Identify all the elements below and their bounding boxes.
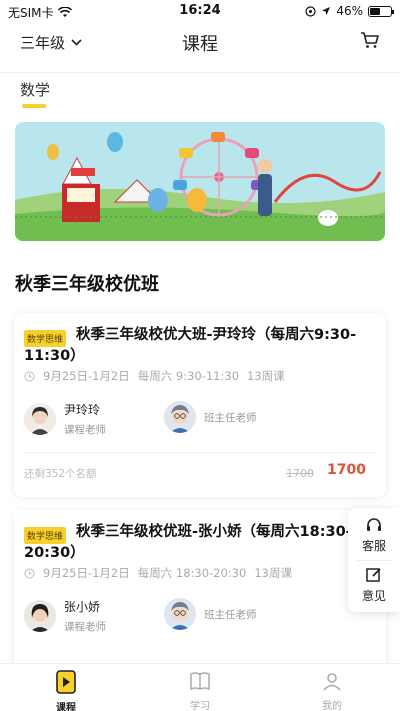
- promo-banner[interactable]: [15, 122, 385, 241]
- page-title: 课程: [182, 34, 218, 55]
- headteacher-avatar: [164, 598, 196, 630]
- course-lessons: 13周课: [247, 369, 285, 383]
- headteacher-info: 班主任老师: [164, 401, 257, 433]
- subject-tabs: 数学: [0, 72, 400, 112]
- course-schedule: 每周六 9:30-11:30: [137, 369, 240, 383]
- course-meta: 9月25日-1月2日 每周六 9:30-11:30 13周课: [24, 368, 285, 384]
- tab-indicator: [22, 104, 46, 108]
- cart-button[interactable]: [360, 30, 380, 54]
- course-schedule: 每周六 18:30-20:30: [137, 566, 247, 580]
- headteacher-role: 班主任老师: [204, 608, 257, 621]
- divider: [24, 452, 376, 453]
- headteacher-info: 班主任老师: [164, 598, 257, 630]
- user-icon: [323, 673, 341, 691]
- teacher-name: 尹玲玲: [64, 403, 101, 417]
- nav-bar: 三年级 课程: [0, 22, 400, 62]
- bottom-tab-bar: 课程 学习 我的: [0, 663, 400, 711]
- teacher-name: 张小娇: [64, 600, 101, 614]
- course-lessons: 13周课: [254, 566, 292, 580]
- teacher-role: 课程老师: [64, 621, 106, 633]
- teacher-avatar: [24, 403, 56, 435]
- amusement-park-illustration: [15, 122, 385, 241]
- course-play-icon: [56, 670, 76, 694]
- teacher-role: 课程老师: [64, 424, 106, 436]
- tabbar-label: 我的: [322, 701, 342, 711]
- edit-icon: [366, 568, 381, 582]
- tabbar-label: 学习: [190, 701, 210, 711]
- floating-actions: 客服 意见: [348, 508, 400, 612]
- course-title: 秋季三年级校优大班-尹玲玲（每周六9:30-11:30）: [24, 327, 357, 364]
- tabbar-item-study[interactable]: 学习: [170, 670, 230, 711]
- tabbar-label: 课程: [56, 703, 76, 711]
- course-dates: 9月25日-1月2日: [43, 566, 130, 580]
- current-price: 1700: [327, 462, 366, 478]
- location-lock-icon: [305, 5, 316, 17]
- remaining-seats: 还剩352个名额: [24, 468, 97, 480]
- feedback-button[interactable]: 意见: [348, 566, 400, 604]
- teacher-avatar: [24, 600, 56, 632]
- course-dates: 9月25日-1月2日: [43, 369, 130, 383]
- customer-service-label: 客服: [361, 539, 386, 553]
- divider: [356, 560, 392, 561]
- course-card[interactable]: 数学思维 秋季三年级校优大班-尹玲玲（每周六9:30-11:30） 9月25日-…: [14, 313, 386, 497]
- tab-math[interactable]: 数学: [20, 79, 50, 100]
- book-icon: [190, 672, 210, 691]
- section-title: 秋季三年级校优班: [15, 274, 159, 295]
- teacher-info: 张小娇 课程老师: [24, 598, 106, 634]
- headteacher-role: 班主任老师: [204, 411, 257, 424]
- headteacher-avatar: [164, 401, 196, 433]
- headset-icon: [367, 518, 381, 531]
- battery-percent: 46%: [336, 4, 363, 18]
- status-bar: 无SIM卡 16:24 46%: [0, 0, 400, 22]
- course-meta: 9月25日-1月2日 每周六 18:30-20:30 13周课: [24, 565, 292, 581]
- course-title: 秋季三年级校优班-张小娇（每周六18:30-20:30）: [24, 524, 352, 561]
- clock-icon: [24, 568, 35, 578]
- battery-icon: [368, 5, 394, 17]
- teacher-info: 尹玲玲 课程老师: [24, 401, 106, 437]
- feedback-label: 意见: [361, 589, 386, 603]
- clock-icon: [24, 371, 35, 381]
- location-arrow-icon: [322, 7, 331, 15]
- tabbar-item-course[interactable]: 课程: [36, 670, 96, 711]
- tabbar-item-mine[interactable]: 我的: [302, 670, 362, 711]
- customer-service-button[interactable]: 客服: [348, 516, 400, 554]
- original-price: 1700: [286, 467, 314, 480]
- cart-icon: [361, 32, 379, 48]
